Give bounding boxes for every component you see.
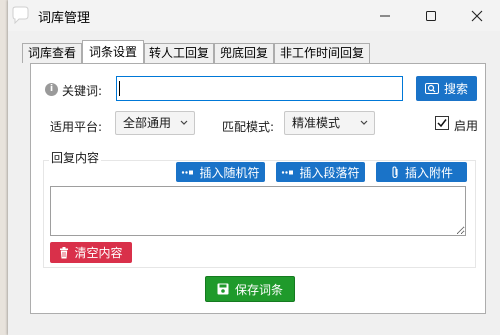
- reply-content-textarea[interactable]: [50, 186, 466, 236]
- dots-insert-icon: [282, 170, 294, 174]
- minimize-icon: [380, 15, 390, 16]
- match-mode-select[interactable]: 精准模式: [284, 111, 375, 135]
- dots-insert-icon: [182, 170, 194, 174]
- chevron-down-icon: [180, 120, 188, 125]
- save-entry-label: 保存词条: [234, 282, 283, 297]
- maximize-icon: [426, 10, 436, 21]
- insert-paragraph-button[interactable]: 插入段落符: [276, 162, 365, 182]
- paperclip-icon: [392, 165, 398, 178]
- info-icon: i: [45, 83, 58, 96]
- tab-thesaurus-view[interactable]: 词库查看: [22, 43, 82, 63]
- clear-content-label: 清空内容: [74, 246, 123, 260]
- match-mode-selected-value: 精准模式: [292, 116, 341, 130]
- search-button-label: 搜索: [443, 82, 468, 96]
- insert-attachment-label: 插入附件: [404, 165, 453, 180]
- insert-random-button[interactable]: 插入随机符: [176, 162, 265, 182]
- maximize-button[interactable]: [408, 0, 454, 31]
- insert-attachment-button[interactable]: 插入附件: [376, 162, 467, 182]
- enable-checkbox[interactable]: [435, 116, 449, 130]
- close-icon: [471, 10, 483, 21]
- insert-random-label: 插入随机符: [199, 165, 260, 180]
- tab-fallback-reply[interactable]: 兜底回复: [214, 43, 274, 63]
- thesaurus-window: 词库管理 词库查看 词条设置 转人工回复 兜底回复 非工作时间回复 i 关键词:: [8, 0, 500, 335]
- search-button[interactable]: 搜索: [416, 76, 477, 101]
- search-icon: [424, 83, 439, 94]
- chevron-down-icon: [360, 120, 368, 125]
- checkmark-icon: [437, 119, 447, 128]
- window-title: 词库管理: [38, 11, 91, 26]
- reply-content-title: 回复内容: [49, 149, 102, 166]
- insert-paragraph-label: 插入段落符: [299, 165, 360, 180]
- tab-offhours-reply[interactable]: 非工作时间回复: [274, 43, 370, 63]
- platform-select[interactable]: 全部通用: [115, 111, 195, 135]
- enable-label: 启用: [454, 119, 479, 133]
- title-bar[interactable]: 词库管理: [8, 0, 500, 31]
- tab-entry-settings[interactable]: 词条设置: [82, 40, 144, 63]
- platform-selected-value: 全部通用: [123, 116, 172, 130]
- keyword-label: 关键词:: [62, 84, 103, 98]
- platform-label: 适用平台:: [50, 120, 103, 134]
- close-button[interactable]: [454, 0, 500, 31]
- clear-content-button[interactable]: 清空内容: [50, 242, 132, 263]
- chat-bubble-icon: [12, 6, 29, 24]
- save-icon: [217, 283, 229, 295]
- text-caret: [119, 81, 120, 96]
- background-window-edge: [0, 0, 8, 335]
- minimize-button[interactable]: [362, 0, 408, 31]
- tab-transfer-reply[interactable]: 转人工回复: [144, 43, 214, 63]
- keyword-input[interactable]: [116, 76, 403, 101]
- save-entry-button[interactable]: 保存词条: [205, 276, 295, 302]
- match-mode-label: 匹配模式:: [222, 120, 275, 134]
- trash-icon: [60, 246, 69, 258]
